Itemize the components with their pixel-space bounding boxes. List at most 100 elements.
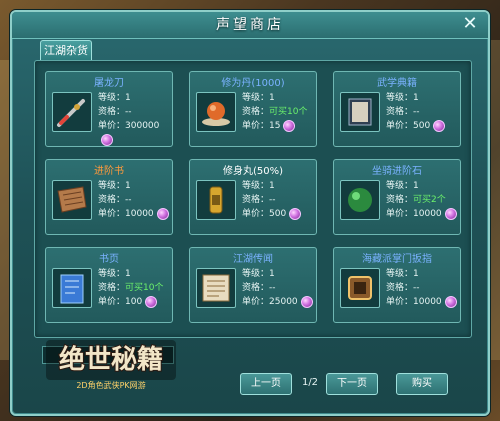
item-slot[interactable] xyxy=(340,268,380,308)
item-detail-label: 资格： xyxy=(242,283,270,293)
item-detail-row: 单价：500 xyxy=(386,119,462,133)
item-detail-value: 可买2个 xyxy=(413,195,446,205)
item-detail-value: 10000 xyxy=(413,297,442,307)
shop-item-card[interactable]: 修身丸(50%) 等级：1 资格：-- 单价：500 xyxy=(189,159,317,235)
shop-item-card[interactable]: 坐骑进阶石 等级：1 资格：可买2个 单价：10000 xyxy=(333,159,461,235)
item-detail-value: 10000 xyxy=(413,209,442,219)
item-detail-value: 1 xyxy=(269,93,275,103)
shop-item-card[interactable]: 修为丹(1000) 等级：1 资格：可买10个 单价：15 xyxy=(189,71,317,147)
shop-item-card[interactable]: 进阶书 等级：1 资格：-- 单价：10000 xyxy=(45,159,173,235)
currency-icon xyxy=(444,295,457,308)
item-slot[interactable] xyxy=(340,92,380,132)
item-details: 等级：1 资格：-- 单价：500 xyxy=(242,179,318,221)
shop-item-card[interactable]: 武学典籍 等级：1 资格：-- 单价：500 xyxy=(333,71,461,147)
item-detail-row: 单价：25000 xyxy=(242,295,318,309)
item-detail-value: 1 xyxy=(269,269,275,279)
item-detail-label: 等级： xyxy=(386,269,414,279)
item-detail-row: 单价：300000 xyxy=(98,119,174,147)
item-detail-row: 等级：1 xyxy=(242,179,318,193)
item-detail-label: 资格： xyxy=(242,107,270,117)
items-panel: 屠龙刀 等级：1 资格：-- 单价：300000 修为丹(1000) 等级：1 资格：可买1… xyxy=(34,60,472,338)
item-detail-value: 可买10个 xyxy=(125,283,164,293)
shop-item-card[interactable]: 书页 等级：1 资格：可买10个 单价：100 xyxy=(45,247,173,323)
item-details: 等级：1 资格：可买10个 单价：15 xyxy=(242,91,318,133)
shop-item-card[interactable]: 海藏派掌门扳指 等级：1 资格：-- 单价：10000 xyxy=(333,247,461,323)
window-title: 声望商店 xyxy=(216,17,284,33)
item-detail-row: 单价：10000 xyxy=(98,207,174,221)
logo-subtitle: 2D角色武侠PK网游 xyxy=(76,380,145,390)
window-titlebar[interactable]: 声望商店 ✕ xyxy=(12,12,488,39)
item-name: 修身丸(50%) xyxy=(222,166,284,177)
item-detail-label: 单价： xyxy=(98,209,126,219)
currency-icon xyxy=(156,207,169,220)
item-slot[interactable] xyxy=(340,180,380,220)
item-detail-label: 等级： xyxy=(98,93,126,103)
background-beam xyxy=(0,60,10,360)
item-detail-row: 资格：-- xyxy=(242,193,318,207)
item-slot[interactable] xyxy=(52,92,92,132)
item-detail-row: 等级：1 xyxy=(386,267,462,281)
item-details: 等级：1 资格：-- 单价：300000 xyxy=(98,91,174,147)
item-name: 屠龙刀 xyxy=(94,78,124,89)
item-name: 书页 xyxy=(99,254,119,265)
item-detail-label: 资格： xyxy=(386,107,414,117)
item-detail-value: 15 xyxy=(269,121,281,131)
item-detail-row: 等级：1 xyxy=(98,179,174,193)
item-detail-label: 等级： xyxy=(242,93,270,103)
item-detail-label: 资格： xyxy=(386,195,414,205)
item-detail-value: 300000 xyxy=(125,121,160,131)
item-detail-value: -- xyxy=(269,283,276,293)
item-detail-value: 500 xyxy=(413,121,431,131)
item-detail-value: 100 xyxy=(125,297,143,307)
buy-button[interactable]: 购买 xyxy=(396,373,448,395)
item-detail-label: 单价： xyxy=(386,121,414,131)
item-detail-row: 单价：100 xyxy=(98,295,174,309)
item-detail-value: 10000 xyxy=(125,209,154,219)
item-name: 修为丹(1000) xyxy=(221,78,285,89)
item-detail-label: 等级： xyxy=(386,93,414,103)
item-detail-row: 资格：可买2个 xyxy=(386,193,462,207)
item-slot[interactable] xyxy=(196,268,236,308)
currency-icon xyxy=(300,295,313,308)
item-detail-row: 等级：1 xyxy=(386,91,462,105)
close-icon[interactable]: ✕ xyxy=(460,15,480,35)
book-icon xyxy=(348,98,372,126)
item-detail-row: 等级：1 xyxy=(242,91,318,105)
pill-icon xyxy=(209,186,223,214)
item-detail-label: 单价： xyxy=(242,209,270,219)
item-slot[interactable] xyxy=(196,180,236,220)
prev-page-button[interactable]: 上一页 xyxy=(240,373,292,395)
item-detail-label: 资格： xyxy=(98,195,126,205)
page-number: 1/2 xyxy=(301,377,319,388)
item-detail-row: 资格：-- xyxy=(98,193,174,207)
item-details: 等级：1 资格：-- 单价：500 xyxy=(386,91,462,133)
item-detail-value: -- xyxy=(125,195,132,205)
currency-icon xyxy=(283,119,296,132)
item-detail-row: 资格：-- xyxy=(386,105,462,119)
item-detail-row: 单价：500 xyxy=(242,207,318,221)
tab-jianghu-goods[interactable]: 江湖杂货 xyxy=(40,40,92,61)
item-detail-value: 可买10个 xyxy=(269,107,308,117)
shop-item-card[interactable]: 屠龙刀等级：1 资格：-- 单价：300000 xyxy=(45,71,173,147)
currency-icon xyxy=(433,119,446,132)
page-icon xyxy=(60,274,84,304)
item-detail-label: 单价： xyxy=(386,209,414,219)
currency-icon xyxy=(289,207,302,220)
item-detail-value: 1 xyxy=(413,181,419,191)
next-page-button[interactable]: 下一页 xyxy=(326,373,378,395)
item-detail-value: -- xyxy=(413,283,420,293)
currency-icon xyxy=(444,207,457,220)
item-detail-row: 单价：10000 xyxy=(386,295,462,309)
ring-icon xyxy=(348,276,372,300)
shop-item-card[interactable]: 江湖传闻 等级：1 资格：-- 单价：25000 xyxy=(189,247,317,323)
currency-icon xyxy=(101,133,113,146)
item-slot[interactable] xyxy=(52,268,92,308)
item-detail-value: 1 xyxy=(413,93,419,103)
item-name: 海藏派掌门扳指 xyxy=(362,254,432,265)
item-detail-row: 单价：10000 xyxy=(386,207,462,221)
item-slot[interactable] xyxy=(52,180,92,220)
item-detail-label: 等级： xyxy=(98,269,126,279)
item-slot[interactable] xyxy=(196,92,236,132)
item-detail-value: 1 xyxy=(125,93,131,103)
item-detail-label: 单价： xyxy=(98,121,126,131)
